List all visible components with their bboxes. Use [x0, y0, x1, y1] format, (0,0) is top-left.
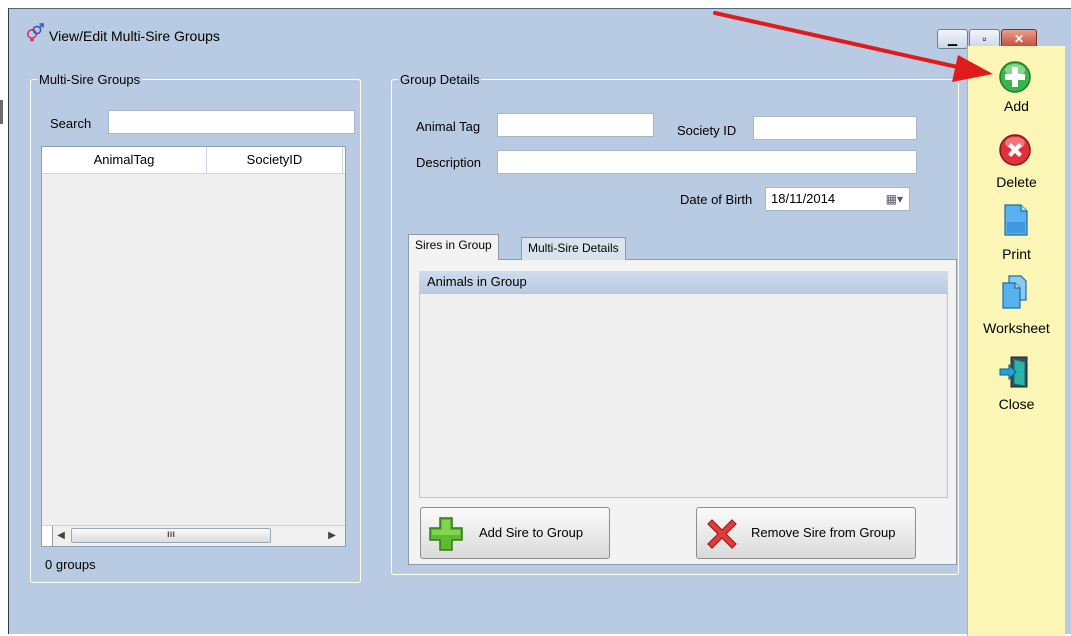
red-x-icon	[707, 519, 737, 549]
close-label: Close	[998, 396, 1035, 412]
gender-symbol-icon	[27, 23, 44, 42]
multi-sire-groups-legend: Multi-Sire Groups	[39, 72, 141, 87]
sidebar-item-add[interactable]: Add	[968, 56, 1065, 116]
animals-in-group-header: Animals in Group	[419, 271, 948, 293]
sidebar-item-delete[interactable]: Delete	[968, 130, 1065, 190]
tab-sires-in-group[interactable]: Sires in Group	[408, 234, 499, 260]
print-label: Print	[1002, 246, 1031, 262]
date-of-birth-label: Date of Birth	[680, 192, 753, 207]
add-sire-to-group-button[interactable]: Add Sire to Group	[420, 507, 610, 559]
action-sidebar: Add Delete Print Worksheet Close	[967, 46, 1065, 636]
scroll-right-icon[interactable]: ▶	[325, 528, 339, 544]
date-of-birth-value: 18/11/2014	[771, 191, 836, 206]
add-icon	[999, 61, 1031, 93]
search-label: Search	[50, 116, 92, 131]
society-id-input[interactable]	[753, 116, 917, 140]
add-label: Add	[1004, 98, 1029, 114]
date-of-birth-picker[interactable]: 18/11/2014 ▦▾	[765, 187, 910, 211]
scroll-left-icon[interactable]: ◀	[53, 528, 69, 544]
scrollbar-thumb[interactable]: ııı	[71, 528, 271, 543]
close-door-icon	[999, 356, 1028, 388]
window-title: View/Edit Multi-Sire Groups	[49, 28, 220, 44]
remove-sire-label: Remove Sire from Group	[751, 525, 896, 540]
green-plus-icon	[429, 517, 463, 551]
remove-sire-from-group-button[interactable]: Remove Sire from Group	[696, 507, 916, 559]
calendar-dropdown-icon[interactable]: ▦▾	[886, 192, 903, 206]
sidebar-item-close[interactable]: Close	[968, 354, 1065, 414]
title-bar: View/Edit Multi-Sire Groups ▁ ▫ ✕	[9, 9, 1071, 55]
minimize-icon: ▁	[947, 32, 958, 46]
society-id-label: Society ID	[677, 123, 737, 138]
animal-tag-input[interactable]	[497, 113, 654, 137]
search-input[interactable]	[108, 110, 355, 134]
horizontal-scrollbar[interactable]: ◀ ııı ▶	[42, 525, 345, 546]
animals-in-group-list[interactable]	[419, 293, 948, 498]
sidebar-item-worksheet[interactable]: Worksheet	[968, 274, 1065, 338]
tab-multi-sire-details[interactable]: Multi-Sire Details	[521, 237, 626, 260]
worksheet-label: Worksheet	[983, 320, 1050, 336]
minimize-button[interactable]: ▁	[937, 29, 968, 49]
groups-count: 0 groups	[45, 557, 96, 572]
grid-header: AnimalTag SocietyID	[42, 147, 345, 174]
description-label: Description	[416, 155, 482, 170]
add-sire-label: Add Sire to Group	[479, 525, 584, 540]
scrollbar-grip	[42, 526, 53, 546]
groups-grid[interactable]: AnimalTag SocietyID ◀ ııı ▶	[41, 146, 346, 547]
delete-icon	[999, 134, 1031, 166]
delete-label: Delete	[996, 174, 1037, 190]
description-input[interactable]	[497, 150, 917, 174]
background-edge-marker	[0, 100, 3, 124]
print-icon	[1004, 204, 1028, 236]
sidebar-item-print[interactable]: Print	[968, 202, 1065, 262]
column-header-animaltag[interactable]: AnimalTag	[42, 147, 207, 173]
column-header-societyid[interactable]: SocietyID	[207, 147, 343, 173]
animal-tag-label: Animal Tag	[416, 119, 481, 134]
worksheet-icon	[1002, 275, 1027, 309]
group-details-legend: Group Details	[400, 72, 480, 87]
